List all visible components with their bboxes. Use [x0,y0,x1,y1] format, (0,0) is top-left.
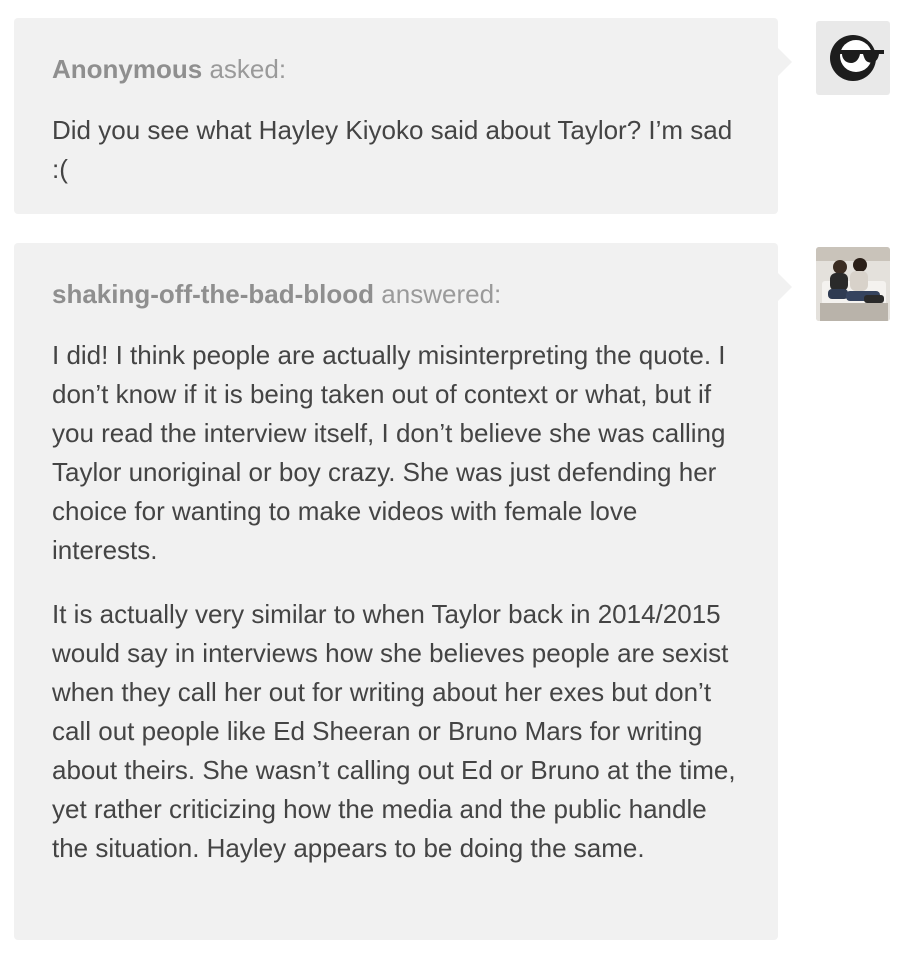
asked-label: asked: [209,54,287,84]
ask-bubble: Anonymous asked: Did you see what Hayley… [14,18,792,214]
answered-label: answered: [381,279,502,309]
answer-text: I did! I think people are actually misin… [52,336,740,868]
answer-paragraph: I did! I think people are actually misin… [52,340,726,565]
answer-bubble: shaking-off-the-bad-blood answered: I di… [14,243,792,940]
asker-name[interactable]: Anonymous [52,54,202,84]
user-photo-avatar [816,247,890,321]
answer-header: shaking-off-the-bad-blood answered: [52,279,740,309]
sunglasses-face-icon [830,35,884,81]
ask-header: Anonymous asked: [52,54,740,84]
anonymous-avatar[interactable] [816,21,890,95]
question-text: Did you see what Hayley Kiyoko said abou… [52,115,733,184]
answerer-avatar[interactable] [816,247,890,321]
answer-paragraph: It is actually very similar to when Tayl… [52,599,736,863]
answerer-name[interactable]: shaking-off-the-bad-blood [52,279,374,309]
